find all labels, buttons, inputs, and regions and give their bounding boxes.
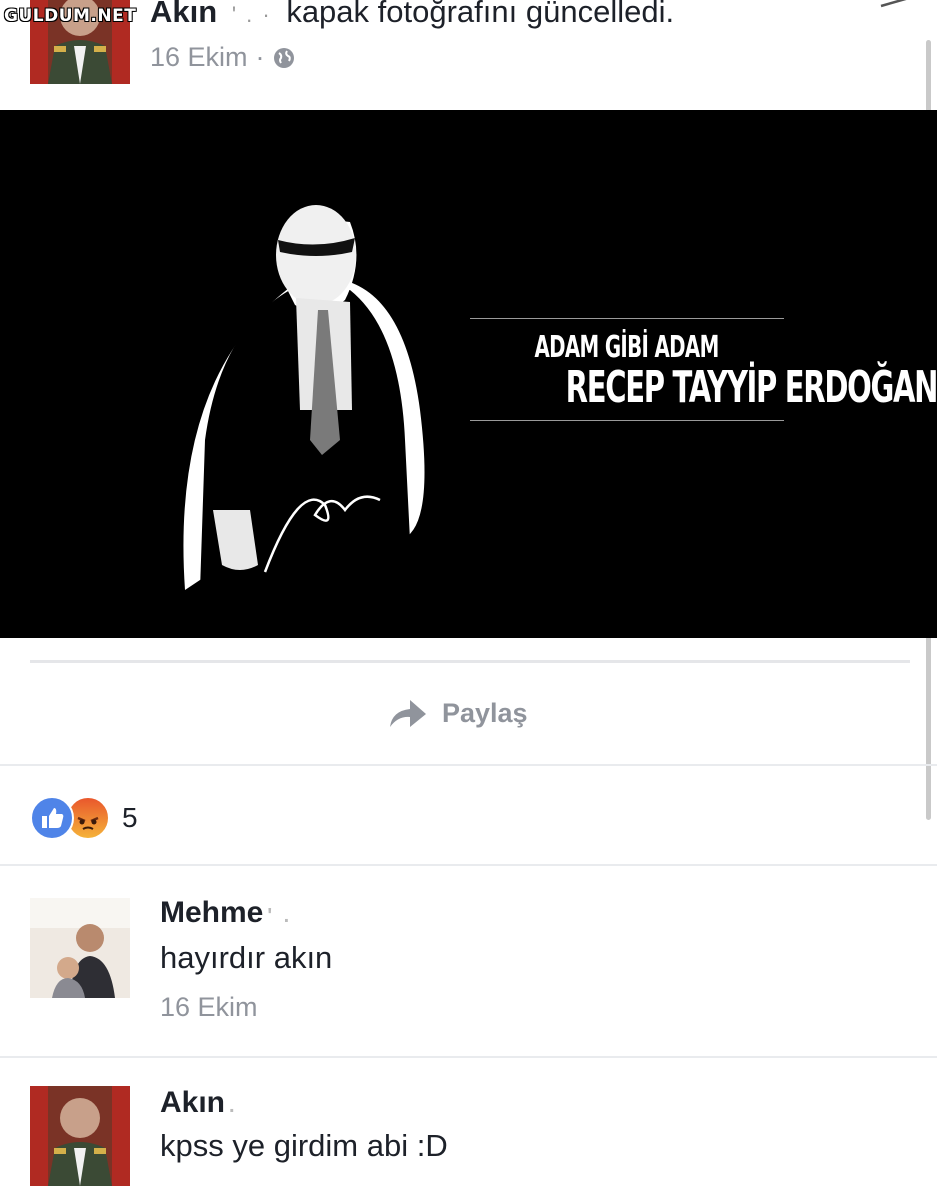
redacted-surname: . xyxy=(229,1095,238,1117)
globe-icon[interactable] xyxy=(273,47,295,69)
chevron-down-icon[interactable] xyxy=(879,0,923,16)
watermark: GULDUM.NET xyxy=(4,6,137,26)
comment-text: kpss ye girdim abi :D xyxy=(160,1128,448,1163)
comment-author-name[interactable]: Akın. xyxy=(160,1086,238,1120)
cover-divider-bottom xyxy=(470,420,784,421)
post-header: Akın ' . · kapak fotoğrafını güncelledi.… xyxy=(0,0,937,108)
reaction-count: 5 xyxy=(122,802,138,833)
post-meta: 16 Ekim · xyxy=(150,42,295,73)
cover-text-line1: ADAM GİBİ ADAM xyxy=(534,330,720,365)
meta-separator: · xyxy=(255,42,265,72)
cover-photo[interactable]: ADAM GİBİ ADAM RECEP TAYYİP ERDOĞAN xyxy=(0,110,937,638)
post-divider xyxy=(30,660,910,663)
post-date[interactable]: 16 Ekim xyxy=(150,42,248,73)
comment-item: Mehme ' . hayırdır akın 16 Ekim xyxy=(0,866,937,1056)
avatar-image xyxy=(30,1086,130,1186)
comment-time[interactable]: 16 Ekim xyxy=(160,992,258,1023)
comment-author-avatar[interactable] xyxy=(30,1086,130,1186)
share-label: Paylaş xyxy=(442,697,528,728)
redacted-surname: ' . · xyxy=(231,2,272,27)
post-author-name[interactable]: Akın xyxy=(150,0,217,29)
redacted-surname: ' . xyxy=(267,905,293,927)
avatar-image xyxy=(30,898,130,998)
reactions-summary[interactable]: 5 xyxy=(30,796,138,840)
comment-text: hayırdır akın xyxy=(160,940,333,975)
reactions-top-divider xyxy=(0,764,937,766)
share-arrow-icon xyxy=(390,700,426,727)
share-button[interactable]: Paylaş xyxy=(388,697,528,729)
comment-item: Akın. kpss ye girdim abi :D xyxy=(0,1058,937,1186)
cover-divider-top xyxy=(470,318,784,319)
post-title: Akın ' . · kapak fotoğrafını güncelledi. xyxy=(150,0,674,30)
comment-author-avatar[interactable] xyxy=(30,898,130,998)
post-action-text: kapak fotoğrafını güncelledi. xyxy=(286,0,675,29)
like-icon xyxy=(30,796,74,840)
comment-author-name[interactable]: Mehme ' . xyxy=(160,896,292,930)
cover-text-line2: RECEP TAYYİP ERDOĞAN xyxy=(565,362,937,413)
